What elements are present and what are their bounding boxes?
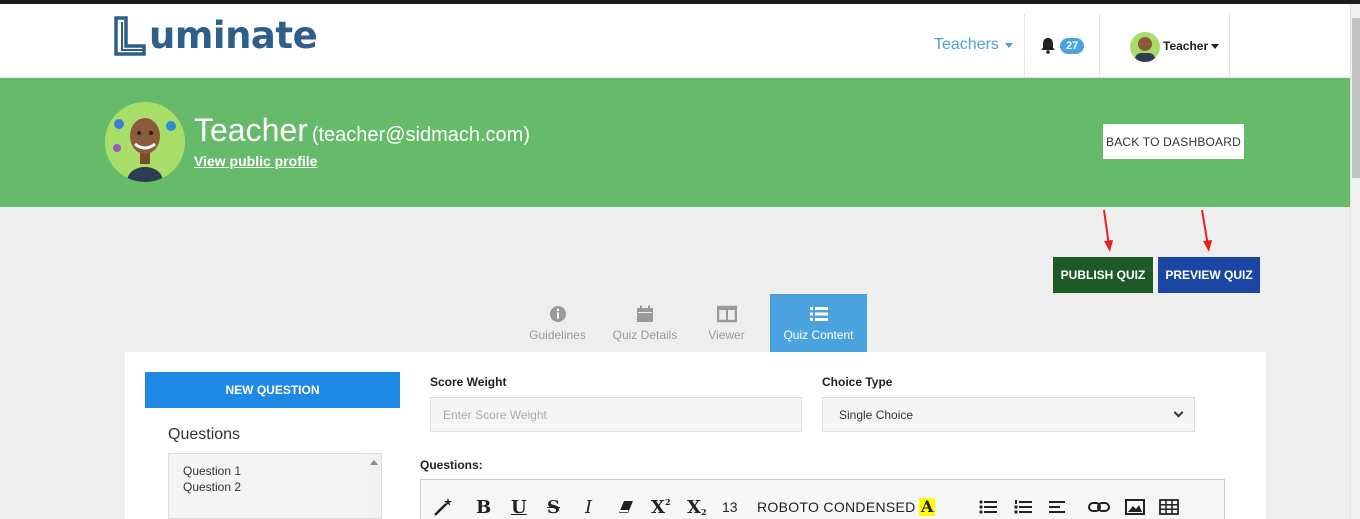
tab-quiz-content[interactable]: Quiz Content [770,294,867,352]
annotation-arrow-icon [1201,209,1212,252]
tab-label: Quiz Details [612,328,678,342]
new-question-button[interactable]: NEW QUESTION [145,372,400,408]
questions-field-label: Questions: [420,458,483,472]
image-icon[interactable] [1125,497,1145,517]
profile-header: Teacher (teacher@sidmach.com) View publi… [0,78,1350,207]
user-avatar[interactable] [1130,32,1160,62]
preview-quiz-button[interactable]: PREVIEW QUIZ [1158,257,1260,293]
rich-text-editor: B U S I X2 X2 13 ROBOTO CONDENSED A [420,479,1225,519]
subscript-mark: 2 [700,507,707,517]
bold-icon[interactable]: B [476,497,491,518]
nav-divider [1099,14,1100,78]
list-scrollbar[interactable] [367,454,381,518]
link-icon[interactable] [1088,497,1110,517]
table-icon[interactable] [1159,497,1179,517]
luminate-logo[interactable]: uminate [113,14,318,58]
logo-mark-icon [113,16,147,56]
questions-list[interactable]: Question 1 Question 2 [168,453,382,519]
info-circle-icon [549,306,566,322]
logo-text: uminate [149,14,318,57]
numbered-list-icon[interactable] [1014,497,1032,517]
columns-icon [716,305,737,323]
score-weight-label: Score Weight [430,375,507,389]
tab-guidelines[interactable]: Guidelines [520,294,595,352]
align-left-icon[interactable] [1049,497,1065,517]
italic-icon[interactable]: I [585,497,592,518]
score-weight-placeholder: Enter Score Weight [443,407,547,422]
nav-divider [1229,14,1230,78]
magic-wand-icon[interactable] [433,497,455,517]
chevron-down-icon [1004,42,1013,48]
publish-quiz-button[interactable]: PUBLISH QUIZ [1053,257,1153,293]
subscript-icon[interactable]: X2 [687,496,707,518]
top-navbar: uminate Teachers 27 Teacher [0,4,1350,78]
teachers-dropdown[interactable]: Teachers [934,36,1013,54]
eraser-icon[interactable] [618,497,634,517]
scrollbar-thumb[interactable] [1352,18,1360,178]
profile-name-line: Teacher (teacher@sidmach.com) [194,112,530,149]
profile-name: Teacher [194,112,308,148]
underline-icon[interactable]: U [511,497,527,518]
scroll-up-icon[interactable] [370,460,378,465]
tab-label: Viewer [708,328,745,342]
view-public-profile-link[interactable]: View public profile [194,153,317,169]
page-scrollbar[interactable] [1350,4,1360,519]
tab-label: Guidelines [529,328,586,342]
bell-icon[interactable] [1040,37,1056,59]
annotation-arrow-icon [1103,209,1113,252]
teachers-label: Teachers [934,36,999,53]
subscript-glyph: X [687,496,701,518]
list-icon [809,307,828,321]
list-item[interactable]: Question 1 [183,463,367,479]
strikethrough-icon[interactable]: S [547,497,560,518]
choice-type-value: Single Choice [839,407,914,422]
tab-viewer[interactable]: Viewer [695,294,758,352]
chevron-down-icon [1211,43,1220,49]
tab-label: Quiz Content [783,328,854,342]
quiz-tabs: Guidelines Quiz Details Viewer Quiz Cont… [520,294,867,352]
superscript-mark: 2 [664,497,671,507]
back-to-dashboard-button[interactable]: BACK TO DASHBOARD [1103,124,1244,159]
notification-badge: 27 [1060,38,1085,54]
user-menu-label: Teacher [1163,39,1209,53]
choice-type-select[interactable]: Single Choice [822,397,1195,432]
user-menu[interactable]: Teacher [1163,39,1220,53]
bullet-list-icon[interactable] [979,497,997,517]
score-weight-input[interactable]: Enter Score Weight [430,397,802,432]
superscript-glyph: X [651,496,665,518]
highlight-glyph: A [919,497,936,516]
list-item[interactable]: Question 2 [183,479,367,495]
superscript-icon[interactable]: X2 [651,496,671,518]
questions-title: Questions [168,426,241,443]
profile-avatar [105,102,185,182]
profile-email: (teacher@sidmach.com) [311,124,530,146]
font-family-select[interactable]: ROBOTO CONDENSED [757,497,916,517]
tab-quiz-details[interactable]: Quiz Details [595,294,695,352]
calendar-icon [637,305,653,322]
highlight-color-icon[interactable]: A [919,497,936,517]
font-size-select[interactable]: 13 [722,497,738,517]
choice-type-label: Choice Type [822,375,893,389]
chevron-down-icon [1173,407,1184,418]
nav-divider [1024,14,1025,78]
